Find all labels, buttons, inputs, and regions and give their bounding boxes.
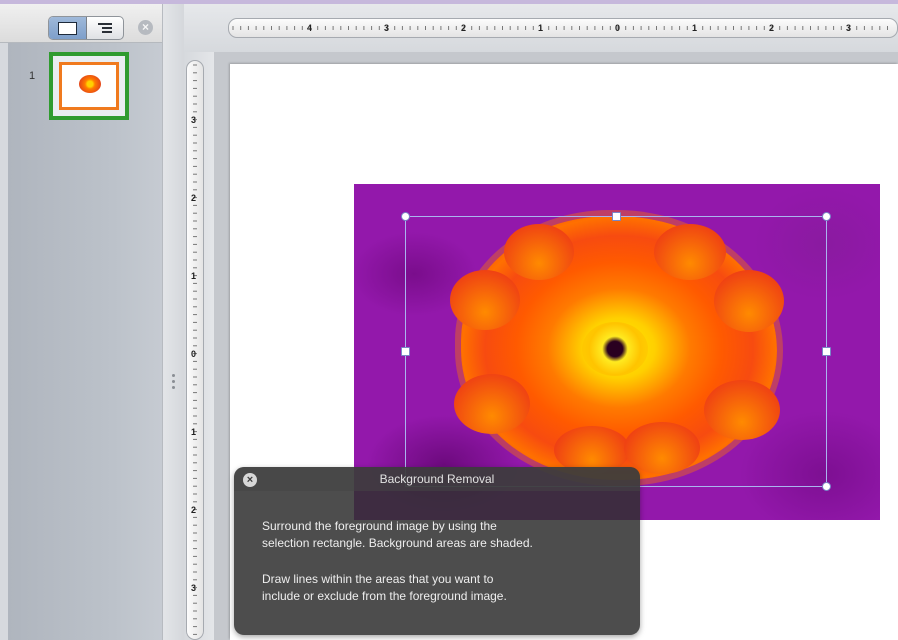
slide-thumbnail-selected[interactable] xyxy=(49,52,129,120)
vertical-ruler[interactable]: 3 2 1 0 1 2 3 xyxy=(186,60,204,640)
pane-edge xyxy=(0,4,8,640)
view-toolbar: × xyxy=(0,4,162,43)
panel-instruction: Surround the foreground image by using t… xyxy=(262,519,497,533)
background-removal-selection[interactable] xyxy=(405,216,827,487)
slide-thumbnail xyxy=(59,62,119,110)
selection-handle-top-left[interactable] xyxy=(401,212,410,221)
ruler-label: 4 xyxy=(307,23,313,33)
ruler-label: 0 xyxy=(191,349,197,359)
panel-instruction: Draw lines within the areas that you wan… xyxy=(262,572,494,586)
ruler-label: 1 xyxy=(538,23,544,33)
selection-handle-top-right[interactable] xyxy=(822,212,831,221)
ruler-label: 2 xyxy=(461,23,467,33)
thumbnail-flower-image xyxy=(79,75,101,93)
view-switcher xyxy=(48,16,124,40)
panel-title: Background Removal xyxy=(379,472,495,486)
ruler-label: 0 xyxy=(615,23,621,33)
ruler-label: 1 xyxy=(191,427,197,437)
outline-view-button[interactable] xyxy=(87,17,124,39)
ruler-label: 3 xyxy=(846,23,852,33)
pane-splitter[interactable] xyxy=(162,4,185,640)
ruler-label: 1 xyxy=(692,23,698,33)
ruler-label: 3 xyxy=(191,115,197,125)
ruler-label: 2 xyxy=(191,193,197,203)
panel-instruction: selection rectangle. Background areas ar… xyxy=(262,536,533,550)
horizontal-ruler[interactable]: 4 3 2 1 0 1 2 3 xyxy=(228,18,898,38)
ruler-label: 1 xyxy=(191,271,197,281)
background-removal-panel: × Background Removal Surround the foregr… xyxy=(234,467,640,635)
ruler-label: 2 xyxy=(769,23,775,33)
ruler-label: 3 xyxy=(191,583,197,593)
outline-view-icon xyxy=(97,22,112,34)
panel-instruction: include or exclude from the foreground i… xyxy=(262,589,507,603)
slide-number: 1 xyxy=(29,70,36,82)
ruler-label: 2 xyxy=(191,505,197,515)
selection-handle-bottom-right[interactable] xyxy=(822,482,831,491)
close-pane-icon[interactable]: × xyxy=(138,20,153,35)
splitter-grip-icon[interactable] xyxy=(172,374,176,394)
selection-handle-top[interactable] xyxy=(612,212,621,221)
selection-handle-right[interactable] xyxy=(822,347,831,356)
slide-view-icon xyxy=(57,21,77,35)
ruler-label: 3 xyxy=(384,23,390,33)
horizontal-ruler-ticks xyxy=(232,26,888,30)
slides-view-button[interactable] xyxy=(49,17,87,39)
selection-handle-left[interactable] xyxy=(401,347,410,356)
